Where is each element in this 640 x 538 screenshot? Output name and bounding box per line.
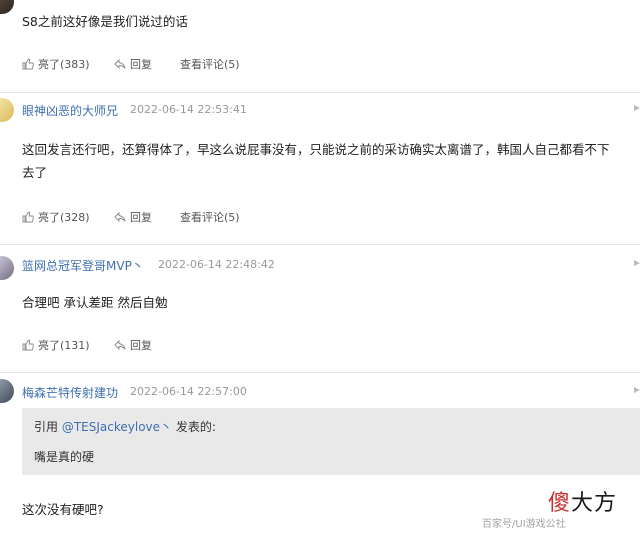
- username[interactable]: 篮网总冠军登哥MVP丶: [22, 257, 144, 274]
- thumbs-up-icon: [22, 58, 34, 70]
- watermark: 傻大方 百家号/UI游戏公社: [482, 485, 640, 538]
- reply-button[interactable]: 回复: [114, 209, 152, 225]
- reply-button[interactable]: 回复: [114, 337, 152, 353]
- comment-time: 2022-06-14 22:57:00: [130, 385, 247, 398]
- like-button[interactable]: 亮了(328): [22, 209, 90, 225]
- reply-label: 回复: [130, 211, 152, 224]
- reply-label: 回复: [130, 339, 152, 352]
- reply-label: 回复: [130, 58, 152, 71]
- reply-icon: [114, 211, 126, 223]
- avatar[interactable]: [0, 0, 14, 14]
- quote-mention-link[interactable]: @TESJackeylove丶: [62, 420, 172, 434]
- comment-text: S8之前这好像是我们说过的话: [22, 14, 188, 29]
- avatar[interactable]: [0, 98, 14, 122]
- comment-time: 2022-06-14 22:48:42: [158, 258, 275, 271]
- more-icon[interactable]: [634, 260, 640, 266]
- reply-icon: [114, 339, 126, 351]
- watermark-logo-rest: 大方: [571, 491, 618, 516]
- reply-button[interactable]: 回复: [114, 56, 152, 72]
- quote-header: 引用 @TESJackeylove丶 发表的:: [34, 418, 216, 435]
- quote-text: 嘴是真的硬: [34, 450, 95, 464]
- thumbs-up-icon: [22, 339, 34, 351]
- comment-2: 眼神凶恶的大师兄 2022-06-14 22:53:41 这回发言还行吧，还算得…: [0, 93, 640, 244]
- reply-icon: [114, 58, 126, 70]
- quote-suffix: 发表的:: [175, 420, 216, 434]
- watermark-logo: 傻大方: [548, 485, 617, 517]
- like-count-label: 亮了(383): [38, 58, 90, 71]
- view-replies-link[interactable]: 查看评论(5): [180, 56, 240, 72]
- like-button[interactable]: 亮了(383): [22, 56, 90, 72]
- quoted-comment: 引用 @TESJackeylove丶 发表的: 嘴是真的硬: [22, 408, 640, 475]
- username[interactable]: 梅森芒特传射建功: [22, 384, 118, 401]
- like-count-label: 亮了(328): [38, 211, 90, 224]
- thumbs-up-icon: [22, 211, 34, 223]
- watermark-logo-accent: 傻: [548, 491, 572, 516]
- comment-text: 这回发言还行吧，还算得体了，早这么说屁事没有，只能说之前的采访确实太离谱了，韩国…: [22, 142, 610, 180]
- username[interactable]: 眼神凶恶的大师兄: [22, 102, 118, 119]
- view-replies-label: 查看评论(5): [180, 211, 240, 224]
- quote-prefix: 引用: [34, 420, 59, 434]
- comment-text: 合理吧 承认差距 然后自勉: [22, 295, 168, 310]
- avatar[interactable]: [0, 256, 14, 280]
- more-icon[interactable]: [634, 387, 640, 393]
- comment-time: 2022-06-14 22:53:41: [130, 103, 247, 116]
- like-button[interactable]: 亮了(131): [22, 337, 90, 353]
- comment-1: S8之前这好像是我们说过的话 亮了(383) 回复 查看评论(5): [0, 0, 640, 92]
- view-replies-link[interactable]: 查看评论(5): [180, 209, 240, 225]
- avatar[interactable]: [0, 379, 14, 403]
- view-replies-label: 查看评论(5): [180, 58, 240, 71]
- more-icon[interactable]: [634, 105, 640, 111]
- comment-3: 篮网总冠军登哥MVP丶 2022-06-14 22:48:42 合理吧 承认差距…: [0, 245, 640, 372]
- watermark-source: 百家号/UI游戏公社: [482, 519, 566, 530]
- like-count-label: 亮了(131): [38, 339, 90, 352]
